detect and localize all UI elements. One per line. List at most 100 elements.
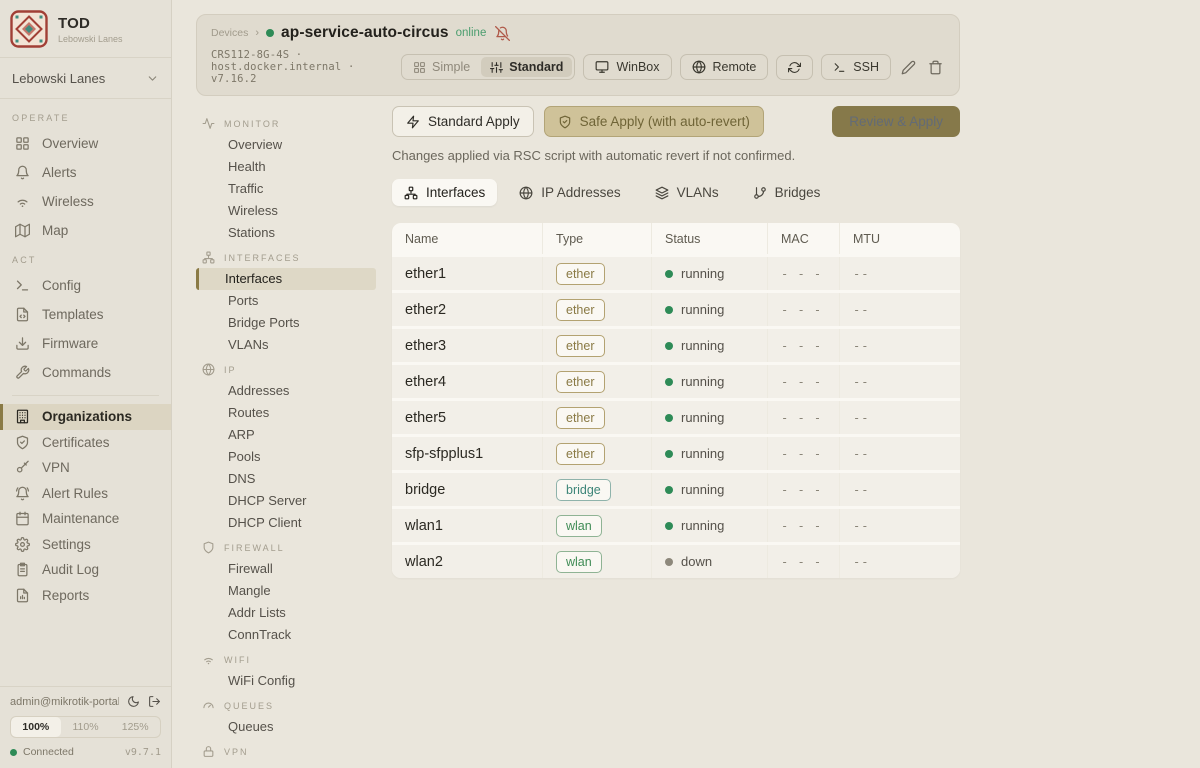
sidebar-item-settings[interactable]: Settings xyxy=(0,532,171,558)
wifi-icon xyxy=(202,653,215,666)
tab-interfaces[interactable]: Interfaces xyxy=(392,179,497,206)
sidebar-item-config[interactable]: Config xyxy=(0,271,171,300)
sidebar-item-templates[interactable]: Templates xyxy=(0,300,171,329)
type-badge: ether xyxy=(556,407,605,429)
submenu-item-routes[interactable]: Routes xyxy=(196,402,376,424)
device-info-line: CRS112-8G-4S · host.docker.internal · v7… xyxy=(211,49,401,85)
mac-cell: - - - xyxy=(767,257,839,290)
submenu-item-vlans[interactable]: VLANs xyxy=(196,334,376,356)
submenu-section-ip: IP xyxy=(196,356,392,380)
type-badge: ether xyxy=(556,371,605,393)
standard-apply-button[interactable]: Standard Apply xyxy=(392,106,534,137)
sidebar-footer: admin@mikrotik-portal.dev 100%110%125% C… xyxy=(0,686,171,768)
winbox-button[interactable]: WinBox xyxy=(583,54,671,80)
sidebar-item-commands[interactable]: Commands xyxy=(0,358,171,387)
table-row[interactable]: wlan1wlanrunning- - --- xyxy=(392,506,960,542)
remote-button[interactable]: Remote xyxy=(680,54,769,80)
device-submenu: MONITOROverviewHealthTrafficWirelessStat… xyxy=(196,106,392,768)
submenu-item-firewall[interactable]: Firewall xyxy=(196,558,376,580)
map-icon xyxy=(15,223,30,238)
dark-mode-toggle-icon[interactable] xyxy=(127,695,140,708)
interface-name: sfp-sfpplus1 xyxy=(392,446,542,462)
key-icon xyxy=(15,460,30,475)
sidebar-item-alerts[interactable]: Alerts xyxy=(0,158,171,187)
workspace-selector[interactable]: Lebowski Lanes xyxy=(0,66,171,90)
logout-icon[interactable] xyxy=(148,695,161,708)
table-row[interactable]: ether3etherrunning- - --- xyxy=(392,326,960,362)
table-row[interactable]: bridgebridgerunning- - --- xyxy=(392,470,960,506)
sidebar-item-alert-rules[interactable]: Alert Rules xyxy=(0,481,171,507)
submenu-item-dhcp-server[interactable]: DHCP Server xyxy=(196,490,376,512)
status-dot xyxy=(665,342,673,350)
view-mode-standard[interactable]: Standard xyxy=(481,57,572,77)
submenu-item-pools[interactable]: Pools xyxy=(196,446,376,468)
tab-bridges[interactable]: Bridges xyxy=(741,179,833,206)
app-root: TOD Lebowski Lanes Lebowski Lanes OPERAT… xyxy=(0,0,1200,768)
submenu-item-dns[interactable]: DNS xyxy=(196,468,376,490)
clipboard-icon xyxy=(15,562,30,577)
submenu-item-wifi-config[interactable]: WiFi Config xyxy=(196,670,376,692)
submenu-item-ports[interactable]: Ports xyxy=(196,290,376,312)
zoom-option-125[interactable]: 125% xyxy=(110,717,160,737)
submenu-item-arp[interactable]: ARP xyxy=(196,424,376,446)
download-icon xyxy=(15,336,30,351)
notifications-muted-icon[interactable] xyxy=(495,26,510,41)
submenu-item-conntrack[interactable]: ConnTrack xyxy=(196,624,376,646)
edit-device-icon[interactable] xyxy=(899,58,918,77)
sidebar-item-label: Alert Rules xyxy=(42,486,108,501)
submenu-item-traffic[interactable]: Traffic xyxy=(196,178,376,200)
interface-name: wlan1 xyxy=(392,518,542,534)
sidebar-item-reports[interactable]: Reports xyxy=(0,583,171,609)
table-row[interactable]: sfp-sfpplus1etherrunning- - --- xyxy=(392,434,960,470)
safe-apply-button[interactable]: Safe Apply (with auto-revert) xyxy=(544,106,764,137)
delete-device-icon[interactable] xyxy=(926,58,945,77)
interface-name: ether4 xyxy=(392,374,542,390)
sidebar-item-maintenance[interactable]: Maintenance xyxy=(0,506,171,532)
table-row[interactable]: ether2etherrunning- - --- xyxy=(392,290,960,326)
grid-icon xyxy=(413,61,426,74)
sidebar-item-vpn[interactable]: VPN xyxy=(0,455,171,481)
submenu-item-health[interactable]: Health xyxy=(196,156,376,178)
refresh-button[interactable] xyxy=(776,55,813,80)
table-row[interactable]: ether4etherrunning- - --- xyxy=(392,362,960,398)
view-mode-simple[interactable]: Simple xyxy=(404,57,479,77)
sidebar-item-wireless[interactable]: Wireless xyxy=(0,187,171,216)
sidebar-item-certificates[interactable]: Certificates xyxy=(0,430,171,456)
submenu-item-stations[interactable]: Stations xyxy=(196,222,376,244)
submenu-item-bridge-ports[interactable]: Bridge Ports xyxy=(196,312,376,334)
breadcrumb-devices[interactable]: Devices xyxy=(211,27,248,39)
submenu-item-ppp[interactable]: PPP xyxy=(196,762,376,768)
ssh-button[interactable]: SSH xyxy=(821,54,891,80)
table-row[interactable]: wlan2wlandown- - --- xyxy=(392,542,960,578)
zoom-option-100[interactable]: 100% xyxy=(11,717,61,737)
submenu-item-overview[interactable]: Overview xyxy=(196,134,376,156)
submenu-item-mangle[interactable]: Mangle xyxy=(196,580,376,602)
sidebar-nav: OPERATEOverviewAlertsWirelessMapACTConfi… xyxy=(0,99,171,686)
status-cell: running xyxy=(651,509,767,542)
type-badge: wlan xyxy=(556,551,602,573)
table-header-row: NameTypeStatusMACMTU xyxy=(392,223,960,254)
submenu-item-addresses[interactable]: Addresses xyxy=(196,380,376,402)
submenu-item-interfaces[interactable]: Interfaces xyxy=(196,268,376,290)
sidebar-item-overview[interactable]: Overview xyxy=(0,129,171,158)
submenu-section-monitor: MONITOR xyxy=(196,110,392,134)
submenu-item-addr-lists[interactable]: Addr Lists xyxy=(196,602,376,624)
sidebar-item-organizations[interactable]: Organizations xyxy=(0,404,171,430)
sidebar-item-audit-log[interactable]: Audit Log xyxy=(0,557,171,583)
submenu-section-vpn: VPN xyxy=(196,738,392,762)
review-apply-button[interactable]: Review & Apply xyxy=(832,106,960,137)
column-header-mac: MAC xyxy=(767,223,839,254)
submenu-item-queues[interactable]: Queues xyxy=(196,716,376,738)
zoom-option-110[interactable]: 110% xyxy=(61,717,111,737)
table-row[interactable]: ether5etherrunning- - --- xyxy=(392,398,960,434)
tab-vlans[interactable]: VLANs xyxy=(643,179,731,206)
table-row[interactable]: ether1etherrunning- - --- xyxy=(392,254,960,290)
type-badge: ether xyxy=(556,299,605,321)
submenu-section-interfaces: INTERFACES xyxy=(196,244,392,268)
network-icon xyxy=(202,251,215,264)
submenu-item-dhcp-client[interactable]: DHCP Client xyxy=(196,512,376,534)
submenu-item-wireless[interactable]: Wireless xyxy=(196,200,376,222)
sidebar-item-firmware[interactable]: Firmware xyxy=(0,329,171,358)
tab-ip-addresses[interactable]: IP Addresses xyxy=(507,179,632,206)
sidebar-item-map[interactable]: Map xyxy=(0,216,171,245)
